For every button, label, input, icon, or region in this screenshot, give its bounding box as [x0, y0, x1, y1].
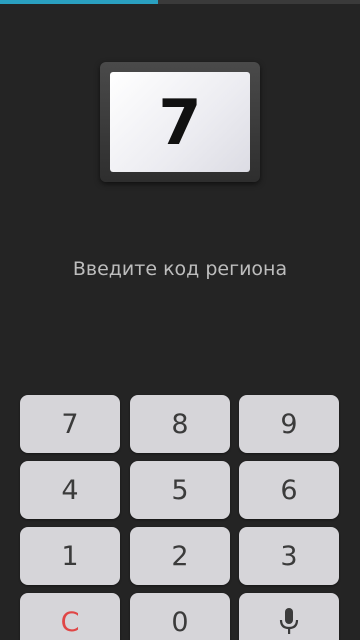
key-1[interactable]: 1	[20, 527, 120, 585]
key-5[interactable]: 5	[130, 461, 230, 519]
key-6[interactable]: 6	[239, 461, 339, 519]
keypad: 7 8 9 4 5 6 1 2 3 C 0	[20, 395, 340, 640]
key-7[interactable]: 7	[20, 395, 120, 453]
progress-bar	[0, 0, 360, 4]
microphone-icon	[279, 608, 299, 634]
region-code-display: 7	[158, 85, 202, 159]
key-8[interactable]: 8	[130, 395, 230, 453]
microphone-button[interactable]	[239, 593, 339, 640]
clear-button[interactable]: C	[20, 593, 120, 640]
region-code-plate: 7	[100, 62, 260, 182]
prompt-text: Введите код региона	[72, 258, 288, 280]
key-3[interactable]: 3	[239, 527, 339, 585]
key-0[interactable]: 0	[130, 593, 230, 640]
key-4[interactable]: 4	[20, 461, 120, 519]
key-2[interactable]: 2	[130, 527, 230, 585]
progress-bar-fill	[0, 0, 159, 4]
plate-face: 7	[110, 72, 250, 172]
screen: 7 Введите код региона 7 8 9 4 5 6 1 2 3 …	[0, 0, 360, 640]
key-9[interactable]: 9	[239, 395, 339, 453]
